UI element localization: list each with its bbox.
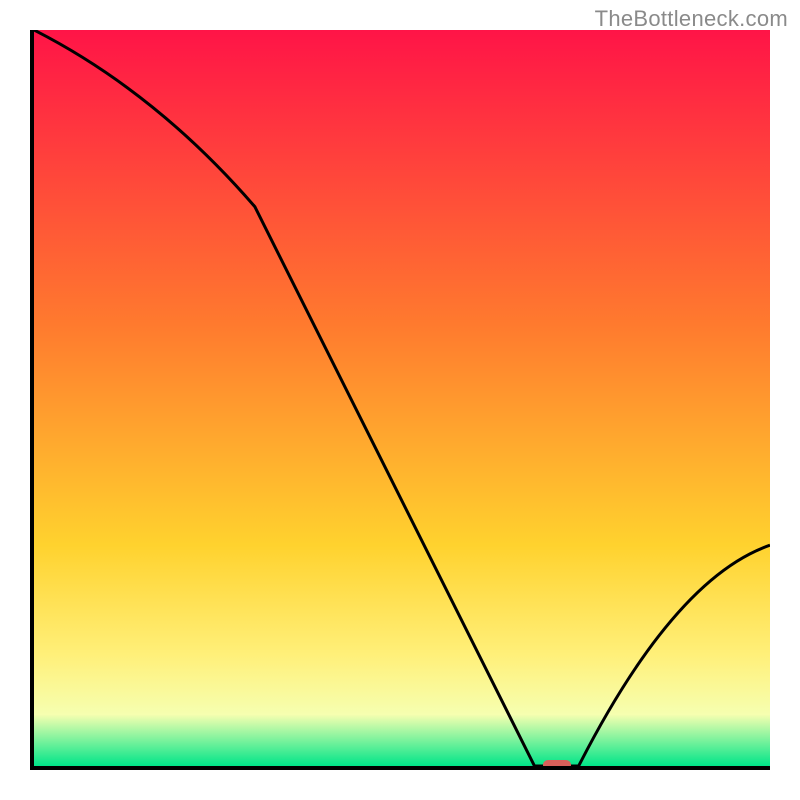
bottleneck-curve: [34, 30, 770, 766]
plot-area: [30, 30, 770, 770]
curve-layer: [34, 30, 770, 766]
chart-stage: TheBottleneck.com: [0, 0, 800, 800]
watermark-label: TheBottleneck.com: [595, 6, 788, 32]
optimum-marker: [543, 760, 571, 770]
